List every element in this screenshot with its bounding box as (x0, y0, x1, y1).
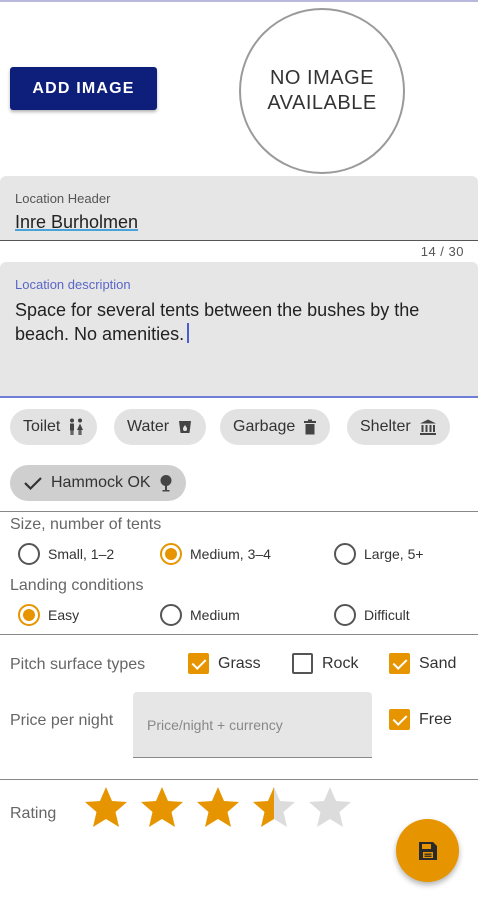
checkbox[interactable] (292, 653, 313, 674)
radio-label: Small, 1–2 (48, 546, 115, 562)
chip-label: Toilet (23, 418, 61, 435)
save-fab-button[interactable] (396, 819, 459, 882)
size-label: Size, number of tents (10, 516, 162, 533)
trash-icon (304, 419, 317, 435)
chip-garbage[interactable]: Garbage (220, 409, 331, 445)
image-placeholder: NO IMAGE AVAILABLE (239, 8, 405, 174)
checkbox-label: Grass (218, 654, 261, 672)
text-cursor (187, 323, 190, 343)
radio-label: Difficult (364, 607, 410, 623)
checkbox-rock[interactable]: Rock (292, 653, 358, 674)
radio-button[interactable] (160, 604, 182, 626)
radio-landing-difficult[interactable]: Difficult (334, 604, 410, 626)
chip-water[interactable]: Water (114, 409, 207, 445)
radio-label: Easy (48, 607, 80, 623)
radio-landing-easy[interactable]: Easy (18, 604, 79, 626)
price-input[interactable]: Price/night + currency (133, 692, 372, 758)
star-icon[interactable] (250, 784, 298, 832)
divider (0, 779, 478, 780)
radio-button[interactable] (334, 543, 356, 565)
location-header-label: Location Header (15, 191, 111, 206)
location-header-value[interactable]: Inre Burholmen (15, 212, 138, 233)
radio-label: Medium (190, 607, 240, 623)
price-placeholder: Price/night + currency (147, 717, 283, 733)
pitch-label: Pitch surface types (10, 656, 146, 673)
checkbox-label: Free (419, 710, 452, 728)
add-image-button[interactable]: ADD IMAGE (10, 67, 157, 110)
location-description-label: Location description (15, 277, 131, 292)
chip-toilet[interactable]: Toilet (10, 409, 98, 445)
star-icon[interactable] (82, 784, 130, 832)
radio-landing-medium[interactable]: Medium (160, 604, 240, 626)
image-placeholder-line1: NO IMAGE (269, 67, 374, 89)
character-counter: 14 / 30 (420, 244, 464, 259)
radio-button[interactable] (18, 604, 40, 626)
chip-hammock[interactable]: Hammock OK (10, 465, 186, 501)
rating-label: Rating (10, 805, 57, 822)
radio-button[interactable] (334, 604, 356, 626)
toilet-icon (70, 418, 84, 435)
checkbox-grass[interactable]: Grass (188, 653, 261, 674)
chip-label: Shelter (360, 418, 411, 435)
radio-size-small[interactable]: Small, 1–2 (18, 543, 114, 565)
radio-size-medium[interactable]: Medium, 3–4 (160, 543, 271, 565)
landing-label: Landing conditions (10, 577, 144, 594)
price-label: Price per night (10, 712, 114, 729)
radio-label: Medium, 3–4 (190, 546, 271, 562)
divider (0, 634, 478, 635)
star-icon[interactable] (138, 784, 186, 832)
save-icon (418, 841, 437, 860)
checkbox[interactable] (188, 653, 209, 674)
checkbox-sand[interactable]: Sand (389, 653, 456, 674)
star-icon[interactable] (194, 784, 242, 832)
chip-label: Water (127, 418, 170, 435)
radio-button[interactable] (160, 543, 182, 565)
location-header-text: Inre Burholmen (15, 212, 139, 232)
location-header-field[interactable]: Location Header Inre Burholmen (0, 176, 478, 241)
water-icon (179, 421, 192, 433)
checkbox[interactable] (389, 709, 410, 730)
chip-label: Garbage (233, 418, 296, 435)
check-icon (24, 477, 42, 491)
star-icon[interactable] (306, 784, 354, 832)
radio-label: Large, 5+ (364, 546, 424, 562)
checkbox-label: Sand (419, 654, 457, 672)
radio-size-large[interactable]: Large, 5+ (334, 543, 424, 565)
checkbox-free[interactable]: Free (389, 709, 452, 730)
tree-icon (160, 475, 172, 492)
image-placeholder-line2: AVAILABLE (267, 92, 377, 114)
rating-stars[interactable] (82, 784, 354, 832)
location-description-field[interactable]: Location description Space for several t… (0, 262, 478, 398)
checkbox[interactable] (389, 653, 410, 674)
chip-label: Hammock OK (51, 474, 151, 491)
checkbox-label: Rock (322, 654, 359, 672)
divider (0, 511, 478, 512)
location-description-value[interactable]: Space for several tents between the bush… (15, 298, 465, 346)
location-description-text: Space for several tents between the bush… (15, 300, 420, 344)
radio-button[interactable] (18, 543, 40, 565)
shelter-icon (419, 419, 436, 435)
chip-shelter[interactable]: Shelter (347, 409, 450, 445)
top-divider (0, 0, 478, 2)
